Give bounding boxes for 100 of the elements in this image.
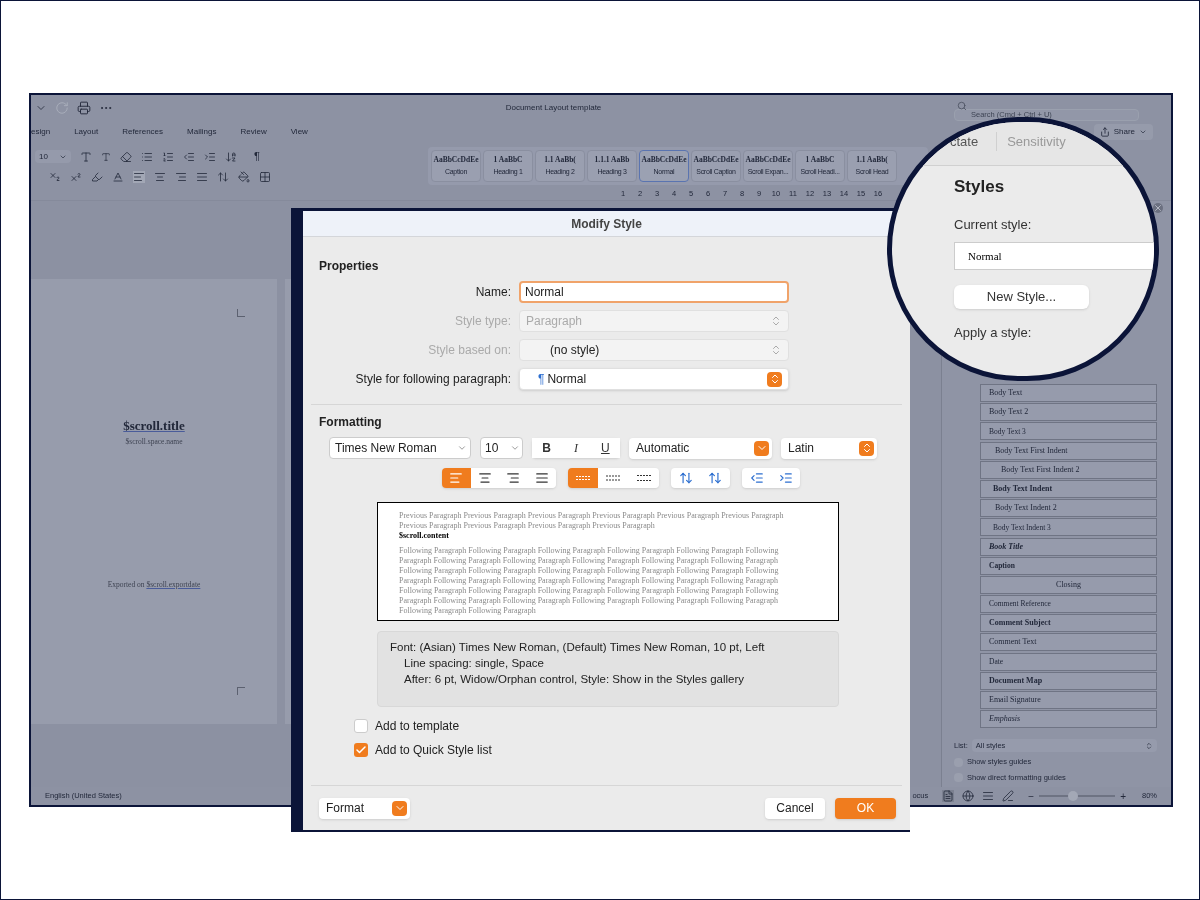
corner-mark	[237, 687, 245, 695]
ribbon-tab[interactable]: References	[122, 126, 164, 138]
sample-text: $scroll.content	[399, 531, 450, 541]
script-dropdown[interactable]: Latin	[781, 437, 877, 459]
increase-indent-icon[interactable]	[204, 150, 216, 163]
font-color-icon[interactable]	[112, 170, 124, 183]
style-description: Font: (Asian) Times New Roman, (Default) Times New Roman, 10 pt, Left Line spacing: single, Space After: 6 pt, Widow/Orphan control, Style: Show in the Styles gallery	[377, 631, 839, 707]
color-dropdown[interactable]: Automatic	[629, 437, 772, 459]
field-label: Style for following paragraph:	[354, 371, 511, 388]
window-title: Document Layout template	[505, 102, 602, 114]
ribbon-tab[interactable]: Review	[240, 126, 267, 138]
check-icon	[355, 744, 367, 756]
sort-icon[interactable]	[225, 150, 237, 163]
style-item[interactable]: Body Text 2	[980, 403, 1157, 422]
checkbox[interactable]	[354, 743, 368, 757]
line-spacing-icon	[576, 475, 591, 481]
document-title: $scroll.title	[123, 417, 185, 435]
numbering-icon[interactable]	[162, 150, 174, 163]
corner-mark	[237, 309, 245, 317]
spacing-icon	[708, 471, 723, 485]
apply-style-label: Apply a style:	[954, 324, 1033, 342]
cancel-button[interactable]: Cancel	[765, 797, 825, 819]
web-layout-icon[interactable]	[962, 790, 975, 802]
style-item[interactable]: Emphasis	[980, 710, 1157, 729]
checkbox-label: Add to template	[375, 718, 460, 735]
ribbon-tab[interactable]: View	[290, 126, 308, 138]
style-item[interactable]: Comment Subject	[980, 614, 1157, 633]
bold-button[interactable]: B	[532, 438, 562, 458]
size-dropdown[interactable]: 10	[480, 437, 523, 459]
shrink-font-icon[interactable]	[101, 151, 111, 162]
font-size-field[interactable]: 10	[35, 150, 71, 163]
field-label: Style type:	[453, 313, 511, 330]
style-item[interactable]: Body Text First Indent 2	[980, 460, 1157, 479]
chevron-icon	[1139, 128, 1147, 136]
style-item[interactable]: Comment Text	[980, 633, 1157, 652]
print-layout-icon[interactable]	[942, 790, 955, 802]
line-spacing-icon	[636, 475, 651, 481]
section-heading: Formatting	[319, 415, 382, 429]
pane-title: Styles	[954, 176, 1006, 198]
style-dropdown[interactable]: ¶ Normal	[519, 368, 789, 390]
shading-icon[interactable]	[238, 170, 250, 183]
style-item[interactable]: Body Text Indent	[980, 479, 1157, 498]
previous-paragraph: Previous Paragraph Previous Paragraph Previous Paragraph Previous Paragraph Previous Paragraph Previous Paragraph Previous Paragraph Previous Paragraph Previous Paragraph Previous Paragraph	[399, 511, 785, 531]
style-item[interactable]: Email Signature	[980, 691, 1157, 709]
superscript-icon[interactable]	[70, 170, 82, 183]
outline-icon[interactable]	[982, 790, 995, 802]
double-spacing-button[interactable]	[628, 468, 659, 488]
following-paragraph: Following Paragraph Following Paragraph Following Paragraph Following Paragraph Following Paragraph Following Paragraph Following Paragraph Following Paragraph Following Paragraph Following Paragraph Following Paragraph Following Paragraph Following Paragraph Following Paragraph Following Paragraph Following Paragraph Following Paragraph Following Paragraph Following Paragraph Following Paragraph Following Paragraph Following Paragraph Following Paragraph Following Paragraph Following Paragraph Following Paragraph Following Paragraph Following Paragraph Following Paragraph Following Paragraph Following Paragraph Following Paragraph Following Paragraph Following Paragraph Following Paragraph	[399, 546, 780, 616]
single-spacing-button[interactable]	[568, 468, 599, 488]
style-item[interactable]: Book Title	[980, 537, 1157, 556]
underline-button[interactable]: U	[590, 438, 620, 458]
grow-font-icon[interactable]	[80, 150, 92, 163]
style-item[interactable]: Closing	[980, 575, 1157, 594]
style-item[interactable]: Body Text Indent 2	[980, 499, 1157, 518]
borders-icon[interactable]	[259, 170, 271, 183]
share-button[interactable]: Share	[1093, 124, 1153, 140]
ribbon-tab[interactable]: esign	[31, 126, 51, 138]
up-down-icon	[1145, 741, 1153, 750]
align-right-icon	[506, 471, 521, 485]
search-icon	[957, 101, 967, 111]
font-dropdown[interactable]: Times New Roman	[329, 437, 471, 459]
align-left-icon[interactable]	[133, 170, 145, 183]
style-item[interactable]: Body Text	[980, 384, 1157, 402]
current-style-field: Normal	[954, 242, 1154, 270]
justify-icon	[534, 471, 549, 485]
align-center-icon[interactable]	[154, 170, 166, 183]
style-item[interactable]: Document Map	[980, 671, 1157, 690]
field-label: Style based on:	[427, 342, 511, 359]
section-heading: Properties	[319, 259, 379, 273]
spacing-icon	[678, 471, 693, 485]
format-dropdown[interactable]: Format	[319, 797, 410, 819]
show-marks-button[interactable]: ¶	[254, 148, 260, 165]
checkbox-label: Add to Quick Style list	[375, 742, 492, 759]
style-item[interactable]: Body Text First Indent	[980, 441, 1157, 460]
align-right-icon[interactable]	[175, 170, 187, 183]
close-icon[interactable]	[1153, 203, 1163, 213]
bullets-icon[interactable]	[141, 150, 153, 163]
decrease-indent-icon[interactable]	[183, 150, 195, 163]
align-center-icon	[477, 471, 492, 485]
align-center-button[interactable]	[470, 468, 499, 488]
zoom-thumb[interactable]	[1068, 791, 1079, 801]
checkbox[interactable]	[354, 719, 368, 733]
dialog-title: Modify Style	[571, 215, 642, 233]
print-icon[interactable]	[77, 101, 91, 115]
clear-formatting-icon[interactable]	[120, 150, 132, 163]
zoom-out-button[interactable]: −	[1028, 788, 1035, 804]
line-spacing-icon[interactable]	[217, 170, 229, 183]
zoom-in-button[interactable]: +	[1120, 788, 1126, 804]
up-down-icon	[770, 344, 782, 356]
italic-button[interactable]: I	[561, 438, 591, 458]
ribbon-tab[interactable]: Mailings	[187, 126, 217, 138]
name-field[interactable]: Normal	[519, 281, 789, 303]
increase-indent-icon	[778, 471, 793, 485]
subscript-icon[interactable]	[49, 170, 61, 183]
justify-icon[interactable]	[196, 170, 208, 183]
ribbon-tab[interactable]: Layout	[74, 126, 99, 138]
justify-button[interactable]	[527, 468, 556, 488]
highlighter-icon[interactable]	[91, 170, 103, 183]
draft-icon[interactable]	[1002, 790, 1015, 802]
new-style-button[interactable]: New Style...	[954, 285, 1089, 309]
